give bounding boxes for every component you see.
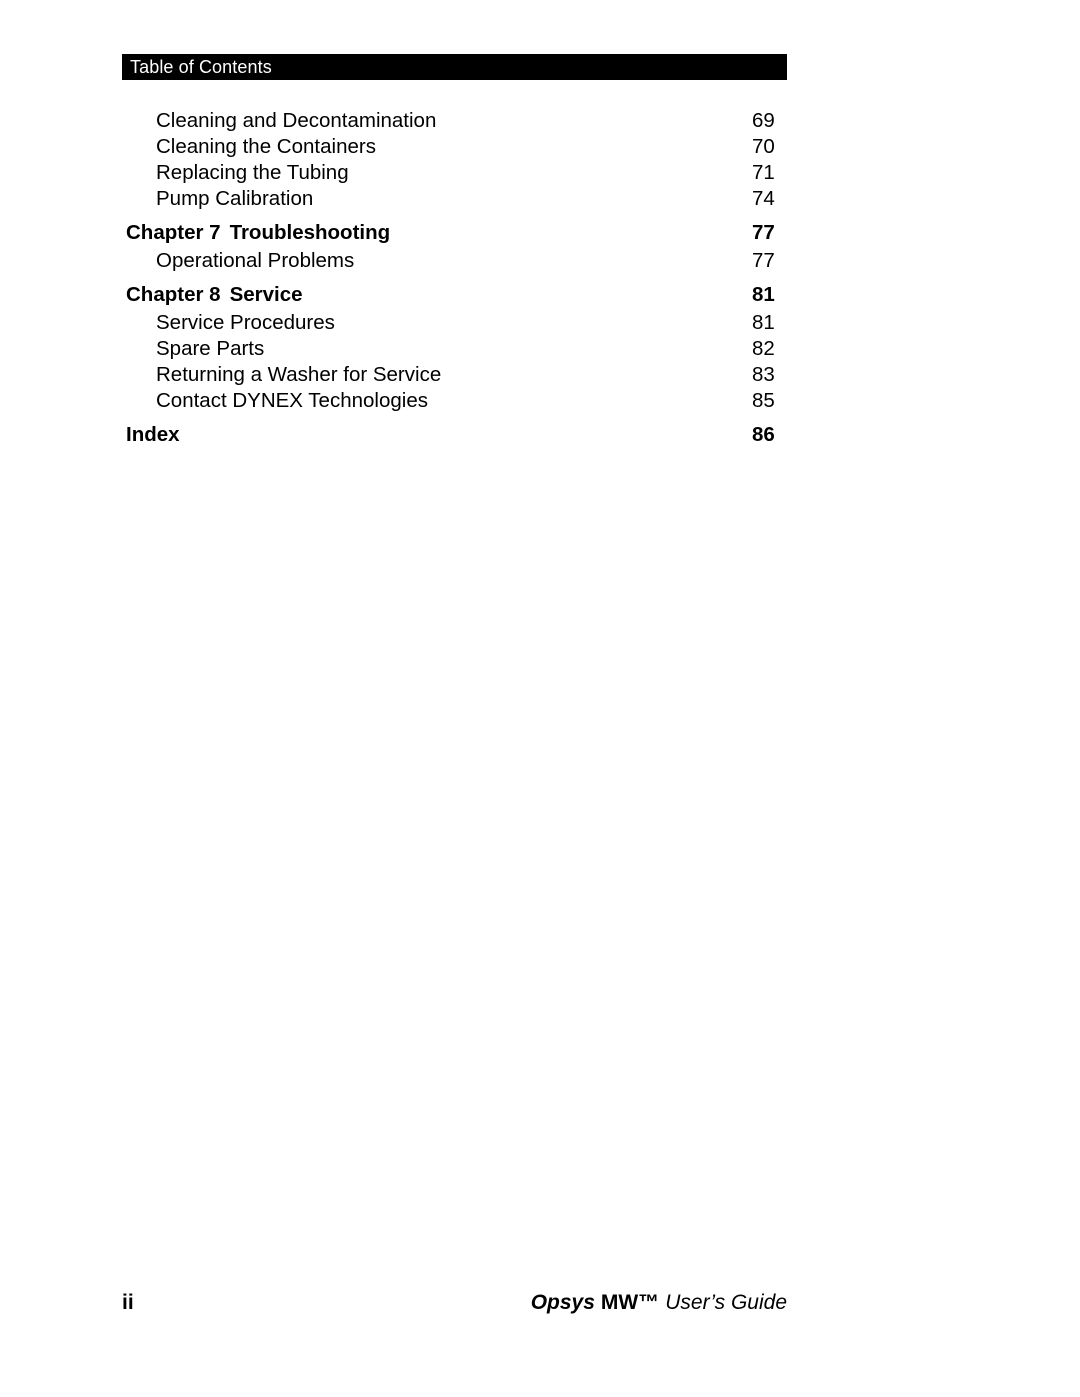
toc-entry-label: Operational Problems [156, 249, 355, 272]
toc-entry-chapter-title: Service [229, 283, 303, 306]
toc-entry[interactable]: Operational Problems 77 [0, 248, 1080, 274]
toc-entry-page-number: 85 [752, 389, 775, 412]
toc-entry-label: Contact DYNEX Technologies [156, 389, 428, 412]
toc-entry-label: Returning a Washer for Service [156, 363, 442, 386]
toc-entry-page-number: 77 [752, 249, 775, 272]
toc-entry[interactable]: Service Procedures 81 [0, 310, 1080, 336]
toc-entry-label: Pump Calibration [156, 187, 314, 210]
table-of-contents-list: Cleaning and Decontamination 69 Cleaning t… [0, 108, 1080, 450]
toc-entry-label: Chapter 8 Service [126, 279, 303, 310]
toc-entry-page-number: 86 [752, 423, 775, 446]
toc-entry-label: Cleaning and Decontamination [156, 109, 437, 132]
toc-entry-chapter-number: Chapter 7 [126, 221, 221, 244]
toc-entry-page-number: 82 [752, 337, 775, 360]
toc-entry[interactable]: Cleaning and Decontamination 69 [0, 108, 1080, 134]
toc-entry-page-number: 70 [752, 135, 775, 158]
toc-entry-label: Chapter 7 Troubleshooting [126, 217, 390, 248]
toc-entry-chapter-title: Troubleshooting [229, 221, 391, 244]
toc-entry[interactable]: Spare Parts 82 [0, 336, 1080, 362]
toc-entry-label: Service Procedures [156, 311, 335, 334]
toc-entry-label: Cleaning the Containers [156, 135, 376, 158]
toc-entry-page-number: 81 [752, 311, 775, 334]
footer-document-title: Opsys MW™ User’s Guide [0, 1288, 787, 1318]
toc-entry[interactable]: Chapter 7 Troubleshooting 77 [0, 217, 1080, 248]
toc-entry-label: Spare Parts [156, 337, 265, 360]
toc-entry[interactable]: Contact DYNEX Technologies 85 [0, 388, 1080, 414]
toc-entry-chapter-number: Chapter 8 [126, 283, 221, 306]
toc-entry-page-number: 77 [752, 221, 775, 244]
toc-entry[interactable]: Replacing the Tubing 71 [0, 160, 1080, 186]
footer-guide-label: User’s Guide [665, 1291, 787, 1314]
document-page: Table of Contents Cleaning and Decontami… [0, 0, 1080, 1397]
footer-model: MW™ [600, 1291, 660, 1314]
toc-entry[interactable]: Chapter 8 Service 81 [0, 279, 1080, 310]
page-title: Table of Contents [130, 57, 272, 77]
toc-entry[interactable]: Cleaning the Containers 70 [0, 134, 1080, 160]
page-footer: ii Opsys MW™ User’s Guide [0, 1288, 1080, 1328]
toc-entry-label: Replacing the Tubing [156, 161, 349, 184]
toc-entry-page-number: 74 [752, 187, 775, 210]
table-of-contents-header-band: Table of Contents [122, 54, 787, 80]
toc-entry-page-number: 81 [752, 283, 775, 306]
toc-entry[interactable]: Returning a Washer for Service 83 [0, 362, 1080, 388]
toc-entry-page-number: 71 [752, 161, 775, 184]
toc-entry[interactable]: Index 86 [0, 419, 1080, 450]
toc-entry[interactable]: Pump Calibration 74 [0, 186, 1080, 212]
footer-brand: Opsys [530, 1291, 595, 1314]
toc-entry-page-number: 69 [752, 109, 775, 132]
toc-entry-label: Index [126, 423, 180, 446]
toc-entry-page-number: 83 [752, 363, 775, 386]
